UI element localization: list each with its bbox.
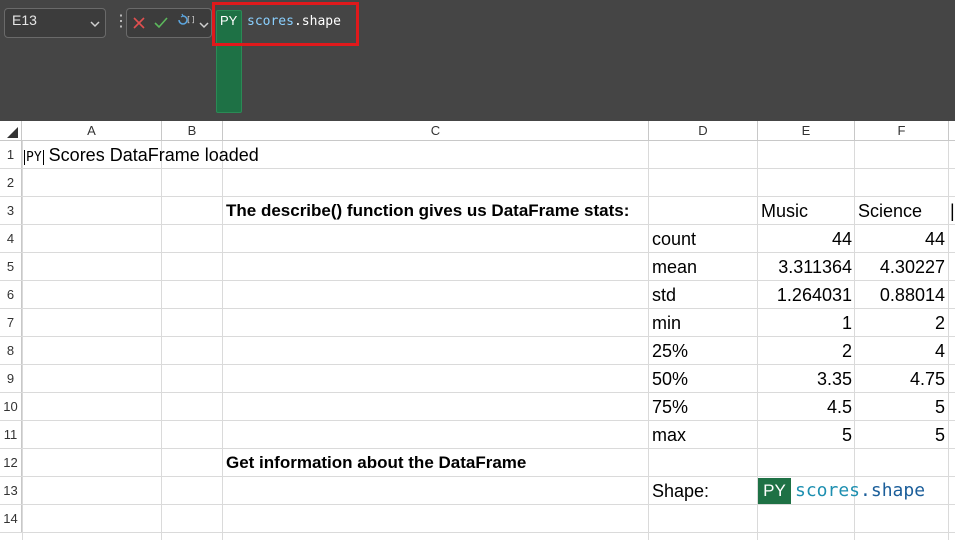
formula-attribute: .shape bbox=[860, 480, 926, 501]
stat-science-value[interactable]: 4 bbox=[855, 337, 945, 365]
gridline bbox=[0, 532, 955, 533]
stat-music-value[interactable]: 2 bbox=[758, 337, 852, 365]
row-header-7[interactable]: 7 bbox=[0, 309, 22, 337]
row-header-6[interactable]: 6 bbox=[0, 281, 22, 309]
column-header-f[interactable]: F bbox=[855, 121, 949, 141]
stat-label[interactable]: mean bbox=[652, 253, 697, 281]
chevron-down-icon[interactable] bbox=[198, 19, 210, 31]
row-header-11[interactable]: 11 bbox=[0, 421, 22, 449]
stat-science-value[interactable]: 0.88014 bbox=[855, 281, 945, 309]
gridline bbox=[648, 141, 649, 540]
stat-label[interactable]: count bbox=[652, 225, 696, 253]
row-header-12[interactable]: 12 bbox=[0, 449, 22, 477]
cell-a1-text: Scores DataFrame loaded bbox=[48, 145, 259, 165]
column-header-b[interactable]: B bbox=[162, 121, 223, 141]
cell-c12[interactable]: Get information about the DataFrame bbox=[226, 449, 526, 477]
chevron-down-icon bbox=[90, 21, 100, 28]
stat-music-value[interactable]: 3.35 bbox=[758, 365, 852, 393]
row-header-9[interactable]: 9 bbox=[0, 365, 22, 393]
row-header-5[interactable]: 5 bbox=[0, 253, 22, 281]
stat-label[interactable]: min bbox=[652, 309, 681, 337]
stat-science-value[interactable]: 44 bbox=[855, 225, 945, 253]
stat-science-value[interactable]: 4.75 bbox=[855, 365, 945, 393]
stat-science-value[interactable]: 4.30227 bbox=[855, 253, 945, 281]
cell-e13-formula[interactable]: scores.shape bbox=[795, 477, 925, 505]
highlight-box bbox=[212, 2, 359, 46]
column-header-e[interactable]: E bbox=[758, 121, 855, 141]
stat-music-value[interactable]: 3.311364 bbox=[758, 253, 852, 281]
stat-music-value[interactable]: 1.264031 bbox=[758, 281, 852, 309]
row-header-10[interactable]: 10 bbox=[0, 393, 22, 421]
stat-label[interactable]: 25% bbox=[652, 337, 688, 365]
stat-music-value[interactable]: 1 bbox=[758, 309, 852, 337]
formula-variable: scores bbox=[795, 480, 861, 501]
cell-e3[interactable]: Music bbox=[761, 197, 808, 225]
stat-label[interactable]: 50% bbox=[652, 365, 688, 393]
row-header-4[interactable]: 4 bbox=[0, 225, 22, 253]
stat-music-value[interactable]: 4.5 bbox=[758, 393, 852, 421]
gridline bbox=[161, 141, 162, 540]
cell-f3[interactable]: Science bbox=[858, 197, 922, 225]
cell-d13[interactable]: Shape: bbox=[652, 477, 709, 505]
row-header-3[interactable]: 3 bbox=[0, 197, 22, 225]
column-header-c[interactable]: C bbox=[223, 121, 649, 141]
name-box[interactable]: E13 bbox=[4, 8, 106, 38]
column-header-row: A B C D E F bbox=[0, 121, 955, 141]
select-all-corner[interactable] bbox=[0, 121, 22, 141]
cell-g3-clipped: | bbox=[950, 201, 955, 221]
row-header-8[interactable]: 8 bbox=[0, 337, 22, 365]
svg-text:[]: [] bbox=[186, 15, 196, 24]
gridline bbox=[222, 141, 223, 540]
stat-science-value[interactable]: 5 bbox=[855, 393, 945, 421]
cancel-icon[interactable] bbox=[132, 16, 146, 30]
stat-label[interactable]: max bbox=[652, 421, 686, 449]
stat-music-value[interactable]: 44 bbox=[758, 225, 852, 253]
select-all-triangle-icon bbox=[7, 127, 18, 138]
gridline bbox=[948, 141, 949, 540]
cell-c3[interactable]: The describe() function gives us DataFra… bbox=[226, 197, 629, 225]
python-cell-badge: PY bbox=[758, 478, 791, 504]
stat-label[interactable]: std bbox=[652, 281, 676, 309]
gridline bbox=[22, 141, 23, 540]
row-header-14[interactable]: 14 bbox=[0, 505, 22, 533]
name-box-value: E13 bbox=[12, 12, 37, 28]
column-header-d[interactable]: D bbox=[649, 121, 758, 141]
stat-label[interactable]: 75% bbox=[652, 393, 688, 421]
row-header-2[interactable]: 2 bbox=[0, 169, 22, 197]
row-header-1[interactable]: 1 bbox=[0, 141, 22, 169]
cell-a1[interactable]: PY Scores DataFrame loaded bbox=[24, 141, 259, 172]
stat-science-value[interactable]: 2 bbox=[855, 309, 945, 337]
python-cell-badge: PY bbox=[24, 150, 44, 165]
stat-music-value[interactable]: 5 bbox=[758, 421, 852, 449]
enter-check-icon[interactable] bbox=[153, 16, 169, 30]
row-header-13[interactable]: 13 bbox=[0, 477, 22, 505]
formula-actions: [] bbox=[126, 8, 212, 38]
column-header-a[interactable]: A bbox=[22, 121, 162, 141]
python-output-icon[interactable]: [] bbox=[176, 13, 198, 33]
stat-science-value[interactable]: 5 bbox=[855, 421, 945, 449]
